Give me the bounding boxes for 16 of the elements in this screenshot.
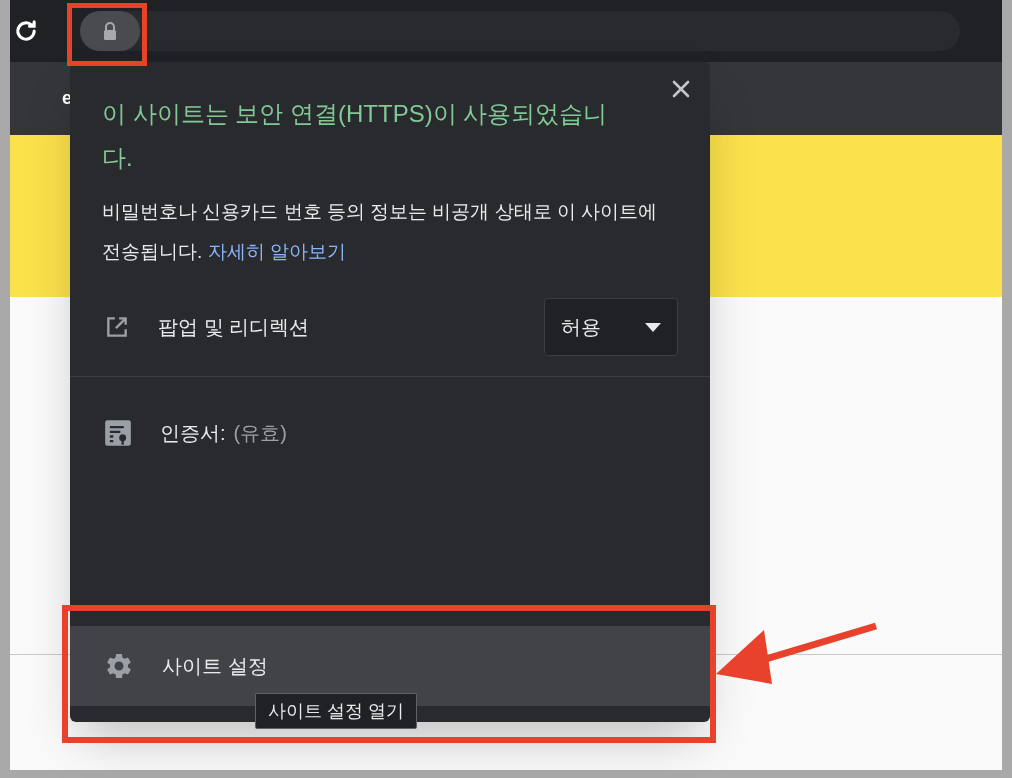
security-description: 비밀번호나 신용카드 번호 등의 정보는 비공개 상태로 이 사이트에 전송됩니다. 자세히 알아보기 [101, 200, 659, 264]
close-icon[interactable] [672, 80, 690, 98]
lock-button[interactable] [80, 11, 140, 51]
permission-label: 팝업 및 리디렉션 [158, 315, 311, 340]
popup-title: 이 사이트는 보안 연결(HTTPS)이 사용되었습니다. [102, 99, 609, 173]
permission-dropdown[interactable]: 허용 [544, 298, 678, 356]
tooltip: 사이트 설정 열기 [255, 693, 417, 729]
lock-icon [102, 21, 118, 41]
caret-icon [645, 322, 661, 332]
settings-icon [104, 651, 134, 681]
arrow-icon [716, 622, 880, 686]
learn-more-link[interactable]: 자세히 알아보기 [207, 241, 346, 262]
external-link-icon [104, 314, 130, 340]
certificate-icon [104, 419, 132, 447]
certificate-status: (유효) [233, 421, 287, 446]
certificate-label[interactable]: 인증서: [160, 418, 226, 448]
